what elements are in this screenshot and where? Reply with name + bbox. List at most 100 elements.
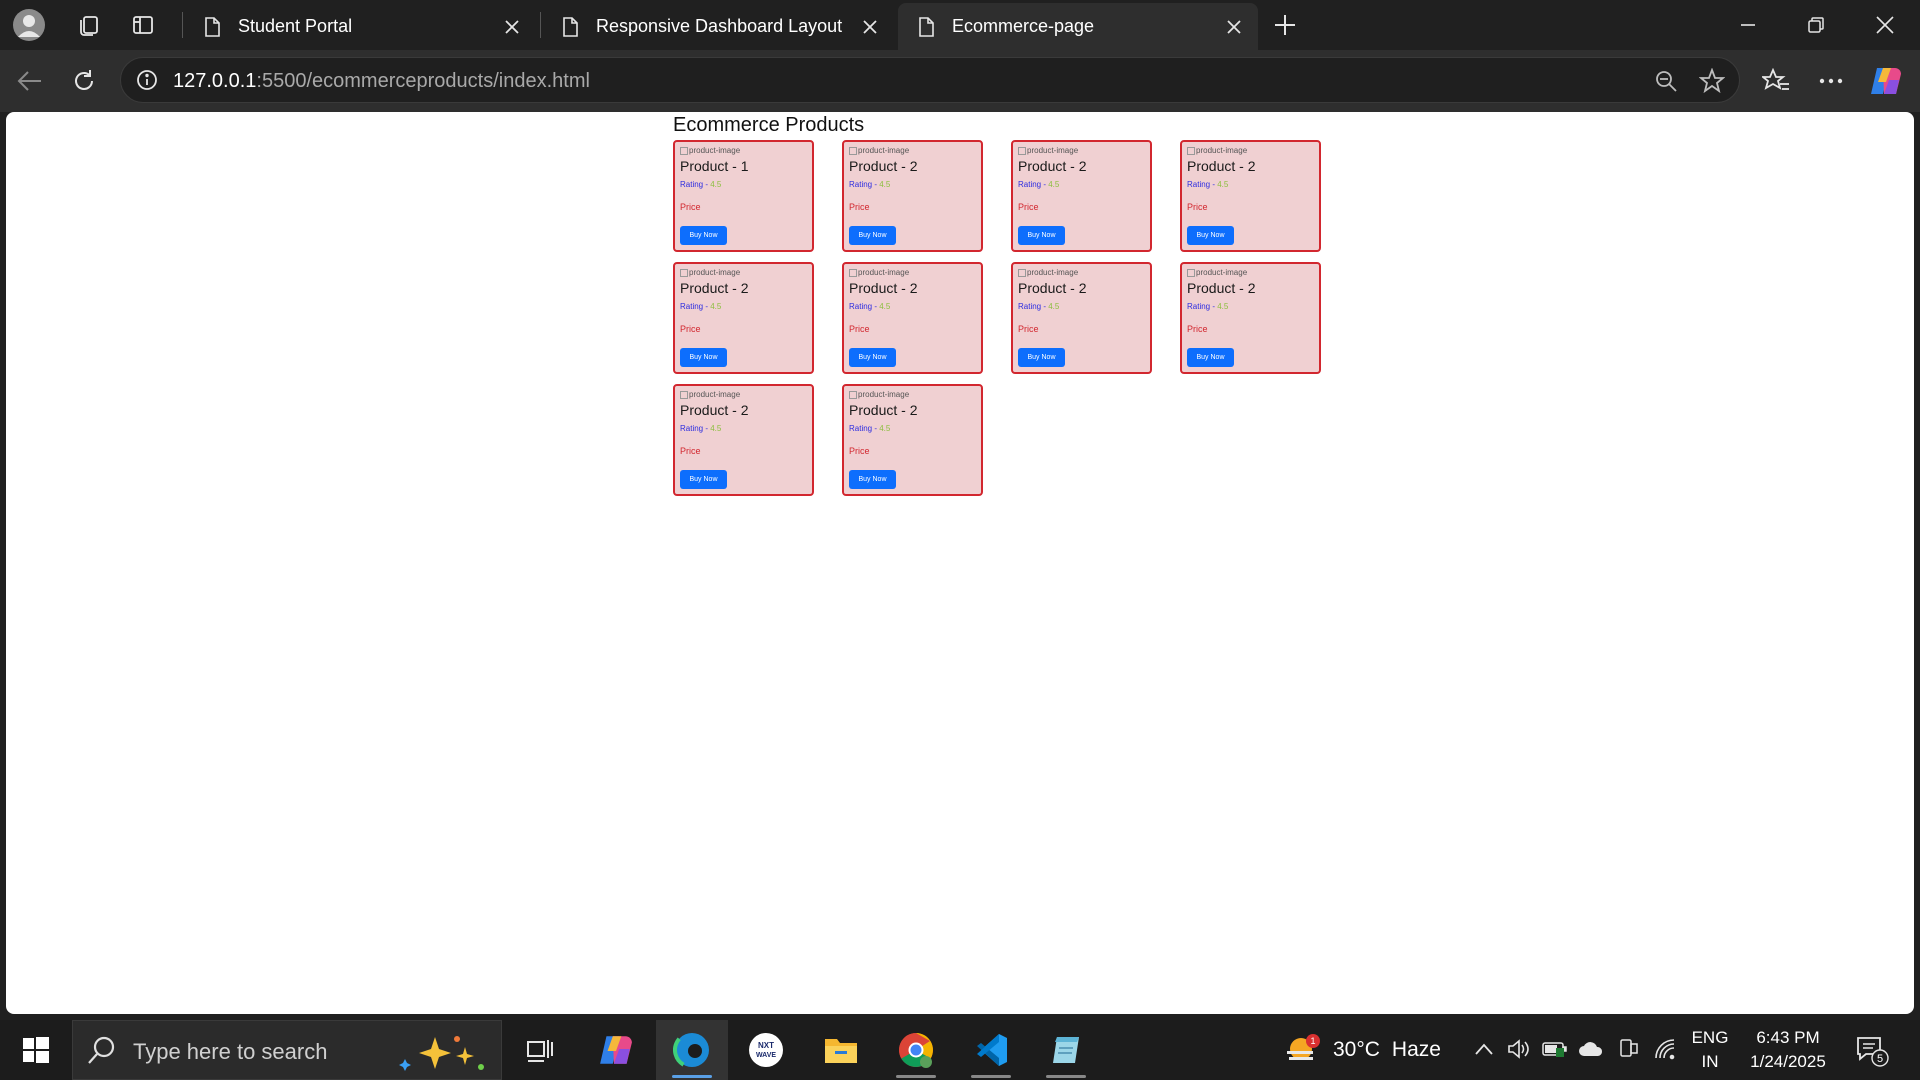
copilot-icon[interactable] — [1866, 61, 1906, 101]
zoom-out-icon[interactable] — [1649, 64, 1683, 98]
buy-now-button[interactable]: Buy Now — [1187, 348, 1234, 367]
restore-icon[interactable] — [1783, 0, 1849, 50]
broken-image-icon — [849, 268, 857, 277]
battery-icon[interactable] — [1540, 1034, 1570, 1064]
onedrive-icon[interactable] — [1576, 1034, 1606, 1064]
rating-value: 4.5 — [879, 424, 891, 433]
taskbar-search-box[interactable]: Type here to search — [72, 1020, 502, 1080]
running-app-indicator — [1046, 1075, 1086, 1078]
product-image: product-image — [849, 390, 909, 399]
nxtwave-icon[interactable]: NXT WAVE — [730, 1020, 802, 1080]
broken-image-icon — [849, 390, 857, 399]
broken-image-icon — [680, 268, 688, 277]
system-clock[interactable]: 6:43 PM 1/24/2025 — [1740, 1026, 1836, 1074]
broken-image-icon — [680, 390, 688, 399]
buy-now-button[interactable]: Buy Now — [1187, 226, 1234, 245]
search-highlight-icon — [399, 1036, 484, 1071]
region-code: IN — [1701, 1052, 1719, 1071]
back-icon[interactable] — [10, 61, 50, 101]
wifi-icon[interactable] — [1650, 1034, 1680, 1064]
rating-label: Rating - — [849, 302, 880, 311]
product-rating: Rating - 4.5 — [680, 302, 721, 311]
page-icon — [919, 16, 934, 37]
search-placeholder: Type here to search — [133, 1039, 328, 1064]
close-icon[interactable] — [496, 11, 528, 43]
windows-start-icon[interactable] — [10, 1026, 62, 1074]
product-price: Price — [1187, 202, 1208, 212]
weather-temp: 30°C — [1333, 1038, 1380, 1061]
running-app-indicator — [896, 1075, 936, 1078]
notifications-icon[interactable]: 5 — [1852, 1032, 1892, 1070]
edge-icon[interactable] — [656, 1020, 728, 1080]
vertical-tabs-icon[interactable] — [118, 0, 168, 50]
more-icon[interactable] — [1811, 61, 1851, 101]
search-icon — [88, 1036, 115, 1064]
rating-label: Rating - — [680, 302, 711, 311]
close-icon[interactable] — [854, 11, 886, 43]
rating-value: 4.5 — [710, 302, 722, 311]
profile-icon[interactable] — [4, 0, 54, 50]
tab-title: Ecommerce-page — [952, 16, 1095, 36]
rating-label: Rating - — [1018, 302, 1049, 311]
product-price: Price — [680, 324, 701, 334]
product-name: Product - 2 — [849, 158, 918, 174]
favorites-icon[interactable] — [1756, 61, 1796, 101]
minimize-icon[interactable] — [1715, 0, 1781, 50]
product-price: Price — [849, 446, 870, 456]
new-tab-icon[interactable] — [1268, 8, 1302, 42]
address-bar[interactable]: 127.0.0.1:5500/ecommerceproducts/index.h… — [120, 57, 1740, 103]
product-card: product-image Product - 2 Rating - 4.5 Pric… — [842, 262, 983, 374]
buy-now-button[interactable]: Buy Now — [680, 348, 727, 367]
tab-student-portal[interactable]: Student Portal — [184, 5, 536, 48]
window-close-icon[interactable] — [1852, 0, 1918, 50]
task-view-icon[interactable] — [504, 1020, 576, 1080]
buy-now-button[interactable]: Buy Now — [1018, 226, 1065, 245]
rating-label: Rating - — [680, 180, 711, 189]
speaker-icon[interactable] — [1504, 1034, 1534, 1064]
product-image: product-image — [1018, 268, 1078, 277]
buy-now-button[interactable]: Buy Now — [680, 226, 727, 245]
buy-now-button[interactable]: Buy Now — [1018, 348, 1065, 367]
product-image: product-image — [849, 268, 909, 277]
device-icon[interactable] — [1613, 1034, 1643, 1064]
product-price: Price — [849, 324, 870, 334]
notepad-icon[interactable] — [1030, 1020, 1102, 1080]
product-rating: Rating - 4.5 — [1018, 180, 1059, 189]
product-name: Product - 1 — [680, 158, 749, 174]
copilot-app-icon[interactable] — [580, 1020, 652, 1080]
buy-now-button[interactable]: Buy Now — [680, 470, 727, 489]
site-info-icon[interactable] — [131, 64, 163, 96]
rating-value: 4.5 — [1048, 302, 1060, 311]
product-price: Price — [1187, 324, 1208, 334]
file-explorer-icon[interactable] — [805, 1020, 877, 1080]
product-image-alt: product-image — [689, 390, 741, 399]
workspaces-icon[interactable] — [64, 0, 114, 50]
product-rating: Rating - 4.5 — [680, 180, 721, 189]
chevron-up-icon[interactable] — [1469, 1034, 1499, 1064]
weather-widget[interactable]: 1 30°C Haze — [1285, 1028, 1441, 1072]
product-card: product-image Product - 2 Rating - 4.5 Pric… — [1011, 140, 1152, 252]
broken-image-icon — [1018, 268, 1026, 277]
product-name: Product - 2 — [680, 280, 749, 296]
browser-titlebar: Student Portal Responsive Dashboard Layo… — [0, 0, 1920, 50]
running-app-indicator — [971, 1075, 1011, 1078]
url-text[interactable]: 127.0.0.1:5500/ecommerceproducts/index.h… — [173, 70, 590, 93]
browser-toolbar: 127.0.0.1:5500/ecommerceproducts/index.h… — [0, 50, 1920, 112]
url-host: 127.0.0.1 — [173, 70, 257, 92]
refresh-icon[interactable] — [64, 61, 104, 101]
notification-count: 5 — [1877, 1053, 1883, 1065]
close-icon[interactable] — [1218, 11, 1250, 43]
buy-now-button[interactable]: Buy Now — [849, 348, 896, 367]
vscode-icon[interactable] — [955, 1020, 1027, 1080]
language-indicator[interactable]: ENG IN — [1690, 1026, 1730, 1074]
page-icon — [563, 16, 578, 37]
broken-image-icon — [1187, 268, 1195, 277]
product-card: product-image Product - 2 Rating - 4.5 Pric… — [673, 262, 814, 374]
tab-responsive-dashboard[interactable]: Responsive Dashboard Layout — [542, 5, 894, 48]
buy-now-button[interactable]: Buy Now — [849, 226, 896, 245]
tab-ecommerce-page[interactable]: Ecommerce-page — [898, 3, 1258, 50]
favorite-star-icon[interactable] — [1695, 64, 1729, 98]
buy-now-button[interactable]: Buy Now — [849, 470, 896, 489]
chrome-icon[interactable] — [880, 1020, 952, 1080]
broken-image-icon — [1187, 146, 1195, 155]
